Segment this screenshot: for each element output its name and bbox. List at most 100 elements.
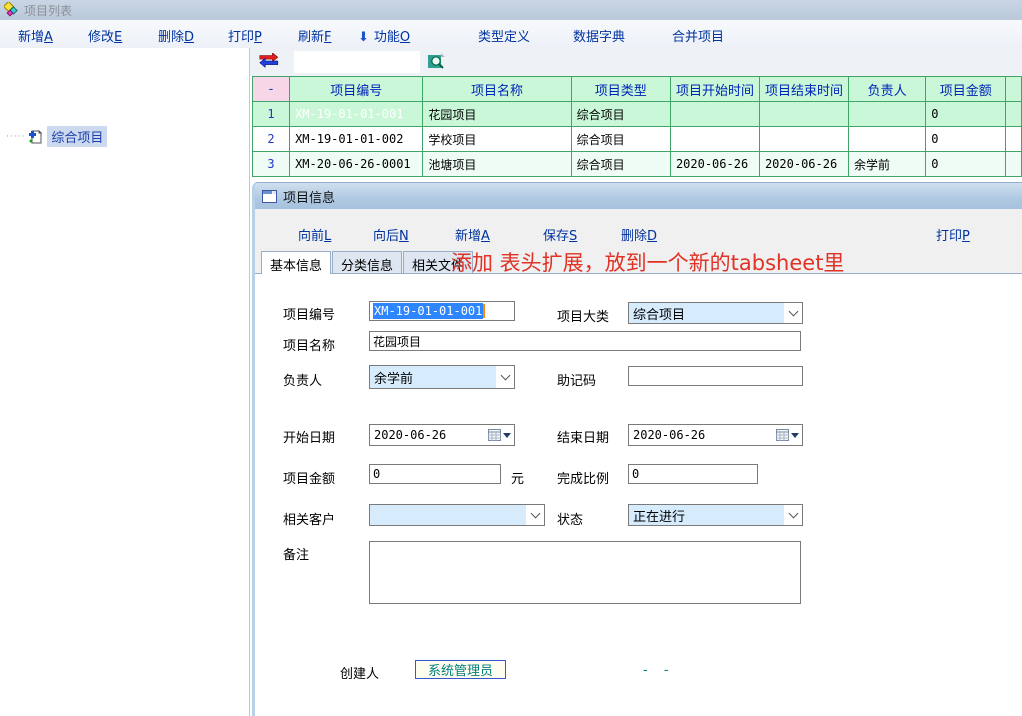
cell-code-selected[interactable]: XM-19-01-01-001 [290,102,423,127]
cell-owner[interactable] [848,127,925,152]
label-project-code: 项目编号 [283,304,335,323]
cell-code[interactable]: XM-20-06-26-0001 [290,152,423,177]
dialog-next-button[interactable]: 向后N [373,225,409,244]
label-progress: 完成比例 [557,468,609,487]
dialog-print-button[interactable]: 打印P [936,225,970,244]
dialog-delete-button[interactable]: 删除D [621,225,657,244]
progress-input[interactable]: 0 [628,464,758,484]
tab-basic-info[interactable]: 基本信息 [261,251,331,274]
start-date-picker[interactable]: 2020-06-26 [369,424,515,446]
project-type-icon [27,129,43,145]
toolbar-type-define-button[interactable]: 类型定义 [478,26,530,45]
tree-item-project-type[interactable]: ····· 综合项目 [6,126,107,147]
project-code-input[interactable]: XM-19-01-01-001 [369,301,515,321]
label-remark: 备注 [283,544,309,563]
toolbar-merge-project-button[interactable]: 合并项目 [672,26,724,45]
table-row[interactable]: 3 XM-20-06-26-0001 池塘项目 综合项目 2020-06-26 … [253,152,1022,177]
dialog-prev-button[interactable]: 向前L [298,225,331,244]
table-row[interactable]: 1 XM-19-01-01-001 花园项目 综合项目 0 [253,102,1022,127]
label-project-name: 项目名称 [283,335,335,354]
cell-type[interactable]: 综合项目 [571,127,670,152]
remark-textarea[interactable] [369,541,801,604]
cell-name[interactable]: 池塘项目 [423,152,571,177]
col-header-end[interactable]: 项目结束时间 [759,77,848,102]
dropdown-arrow-icon [791,433,799,438]
tree-item-label: 综合项目 [47,126,107,147]
end-date-picker[interactable]: 2020-06-26 [628,424,803,446]
col-header-name[interactable]: 项目名称 [423,77,571,102]
creator-value-box: 系统管理员 [415,660,506,679]
col-header-start[interactable]: 项目开始时间 [670,77,759,102]
toolbar-refresh-button[interactable]: 刷新F [298,26,332,45]
label-amount: 项目金额 [283,468,335,487]
owner-select[interactable]: 余学前 [369,365,515,389]
label-creator: 创建人 [340,663,379,682]
tree-connector: ····· [6,132,25,142]
col-header-amount[interactable]: 项目金额 [926,77,1006,102]
cell-owner[interactable]: 余学前 [848,152,925,177]
dialog-titlebar[interactable]: 项目信息 [255,183,1022,209]
col-header-type[interactable]: 项目类型 [571,77,670,102]
search-icon[interactable] [428,52,447,71]
app-icon [4,2,20,18]
customer-select[interactable] [369,504,545,526]
col-header-code[interactable]: 项目编号 [290,77,423,102]
cell-start[interactable] [670,102,759,127]
cell-amount[interactable]: 0 [926,152,1006,177]
toolbar-edit-button[interactable]: 修改E [88,26,122,45]
cell-code[interactable]: XM-19-01-01-002 [290,127,423,152]
cell-name[interactable]: 花园项目 [423,102,571,127]
project-category-select[interactable]: 综合项目 [628,302,803,324]
cell-end[interactable] [759,102,848,127]
cell-extra [1006,102,1022,127]
cell-start[interactable] [670,127,759,152]
label-start-date: 开始日期 [283,427,335,446]
chevron-down-icon[interactable] [496,366,514,388]
label-customer: 相关客户 [283,509,335,528]
cell-amount[interactable]: 0 [926,102,1006,127]
chevron-down-icon[interactable] [784,505,802,525]
project-name-input[interactable]: 花园项目 [369,331,801,351]
label-owner: 负责人 [283,370,322,389]
toolbar-print-button[interactable]: 打印P [228,26,262,45]
window-title: 项目列表 [24,2,72,19]
main-toolbar: 新增A 修改E 删除D 打印P 刷新F ⬇功能O 类型定义 数据字典 合并项目 [0,20,1022,48]
cell-end[interactable]: 2020-06-26 [759,152,848,177]
dropdown-arrow-icon [503,433,511,438]
tab-content-basic-info: 项目编号 XM-19-01-01-001 项目大类 综合项目 项目名称 花园项目… [255,273,1022,716]
toolbar-data-dict-button[interactable]: 数据字典 [573,26,625,45]
tab-category-info[interactable]: 分类信息 [332,251,402,273]
chevron-down-icon[interactable] [784,303,802,323]
label-amount-unit: 元 [511,468,524,487]
dialog-save-button[interactable]: 保存S [543,225,577,244]
status-select[interactable]: 正在进行 [628,504,803,526]
calendar-icon[interactable] [776,429,802,441]
label-mnemonic: 助记码 [557,370,596,389]
dialog-add-button[interactable]: 新增A [455,225,490,244]
search-input[interactable] [294,51,420,73]
chevron-down-icon[interactable] [526,505,544,525]
cell-end[interactable] [759,127,848,152]
cell-start[interactable]: 2020-06-26 [670,152,759,177]
col-header-corner[interactable]: - [253,77,290,102]
text-caret [483,304,485,318]
cell-name[interactable]: 学校项目 [423,127,571,152]
row-number: 1 [253,102,290,127]
cell-type[interactable]: 综合项目 [571,152,670,177]
row-number: 2 [253,127,290,152]
cell-type[interactable]: 综合项目 [571,102,670,127]
calendar-icon[interactable] [488,429,514,441]
toolbar-delete-button[interactable]: 删除D [158,26,194,45]
mnemonic-input[interactable] [628,366,803,386]
cell-amount[interactable]: 0 [926,127,1006,152]
toolbar-add-button[interactable]: 新增A [18,26,53,45]
search-row [250,48,1022,76]
label-status: 状态 [557,509,583,528]
table-row[interactable]: 2 XM-19-01-01-002 学校项目 综合项目 0 [253,127,1022,152]
toolbar-function-button[interactable]: ⬇功能O [358,26,410,45]
amount-input[interactable]: 0 [369,464,501,484]
col-header-owner[interactable]: 负责人 [848,77,925,102]
cell-owner[interactable] [848,102,925,127]
swap-arrows-icon[interactable] [258,53,282,70]
dialog-toolbar: 向前L 向后N 新增A 保存S 删除D 打印P [255,209,1022,249]
